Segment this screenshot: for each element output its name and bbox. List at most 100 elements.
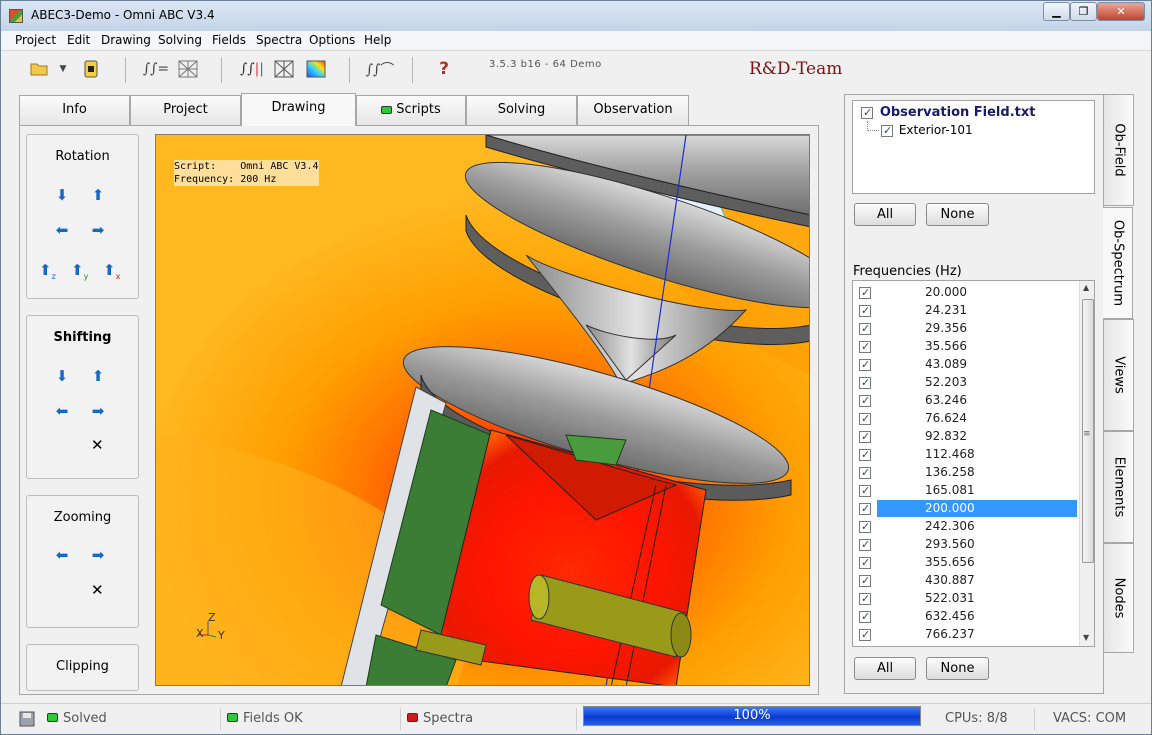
frequency-checkbox[interactable] bbox=[859, 556, 871, 569]
frequency-item[interactable]: 136.258 bbox=[853, 464, 1079, 482]
side-tab-views[interactable]: Views bbox=[1104, 319, 1134, 431]
frequency-item[interactable]: 20.000 bbox=[853, 284, 1079, 302]
mesh-button[interactable] bbox=[178, 59, 198, 79]
spectrum-button[interactable]: ∫∫⌒ bbox=[366, 59, 395, 79]
scroll-up-icon[interactable]: ▲ bbox=[1083, 283, 1089, 292]
frequency-item[interactable]: 24.231 bbox=[853, 302, 1079, 320]
shift-up-button[interactable]: ⬆ bbox=[91, 369, 105, 384]
menu-fields[interactable]: Fields bbox=[212, 33, 246, 47]
frequency-item[interactable]: 165.081 bbox=[853, 482, 1079, 500]
menu-drawing[interactable]: Drawing bbox=[101, 33, 151, 47]
tab-project[interactable]: Project bbox=[130, 95, 241, 125]
side-tab-ob-spectrum[interactable]: Ob-Spectrum bbox=[1103, 207, 1133, 319]
zoom-reset-button[interactable]: ✕ bbox=[91, 581, 104, 599]
field-integral-button[interactable]: ∫∫|| bbox=[240, 59, 264, 79]
frequency-item[interactable]: 522.031 bbox=[853, 590, 1079, 608]
tree-child-item[interactable]: Exterior-101 bbox=[881, 123, 973, 137]
frequency-checkbox[interactable] bbox=[859, 592, 871, 605]
zoom-in-button[interactable]: ➡ bbox=[91, 548, 105, 563]
zoom-out-button[interactable]: ⬅ bbox=[55, 548, 69, 563]
frequency-checkbox[interactable] bbox=[859, 628, 871, 641]
frequency-scrollbar[interactable]: ▲ ≡ ▼ bbox=[1079, 281, 1094, 646]
frequency-checkbox[interactable] bbox=[859, 448, 871, 461]
menu-project[interactable]: Project bbox=[15, 33, 56, 47]
frequency-checkbox[interactable] bbox=[859, 286, 871, 299]
frequency-item[interactable]: 242.306 bbox=[853, 518, 1079, 536]
frequency-checkbox[interactable] bbox=[859, 484, 871, 497]
frequency-item[interactable]: 52.203 bbox=[853, 374, 1079, 392]
observation-field-checkbox[interactable] bbox=[861, 106, 873, 119]
project-file-button[interactable] bbox=[81, 59, 101, 79]
tab-scripts[interactable]: Scripts bbox=[356, 95, 466, 125]
obfield-all-button[interactable]: All bbox=[854, 203, 916, 226]
frequency-item[interactable]: 632.456 bbox=[853, 608, 1079, 626]
frequency-item[interactable]: 112.468 bbox=[853, 446, 1079, 464]
frequency-checkbox[interactable] bbox=[859, 376, 871, 389]
scroll-down-icon[interactable]: ▼ bbox=[1083, 633, 1089, 642]
rotate-x-button[interactable]: ⬆x bbox=[103, 263, 120, 282]
frequency-checkbox[interactable] bbox=[859, 610, 871, 623]
frequency-item[interactable]: 35.566 bbox=[853, 338, 1079, 356]
side-tab-ob-field[interactable]: Ob-Field bbox=[1104, 94, 1134, 206]
rotate-y-button[interactable]: ⬆y bbox=[71, 263, 88, 282]
tab-info[interactable]: Info bbox=[19, 95, 130, 125]
tree-root-item[interactable]: Observation Field.txt bbox=[861, 105, 1035, 120]
shift-right-button[interactable]: ➡ bbox=[91, 404, 105, 419]
drawing-viewport[interactable]: Script: Omni ABC V3.4 Frequency: 200 Hz … bbox=[155, 134, 810, 686]
help-button[interactable]: ? bbox=[434, 59, 454, 79]
rotate-right-button[interactable]: ➡ bbox=[91, 223, 105, 238]
open-folder-button[interactable] bbox=[29, 59, 49, 79]
frequency-checkbox[interactable] bbox=[859, 394, 871, 407]
menu-options[interactable]: Options bbox=[309, 33, 355, 47]
solve-integral-button[interactable]: ∫∫= bbox=[143, 59, 169, 79]
frequency-item[interactable]: 63.246 bbox=[853, 392, 1079, 410]
field-color-button[interactable] bbox=[306, 59, 326, 79]
menu-edit[interactable]: Edit bbox=[67, 33, 90, 47]
frequencies-all-button[interactable]: All bbox=[854, 657, 916, 680]
menu-spectra[interactable]: Spectra bbox=[256, 33, 302, 47]
frequency-checkbox[interactable] bbox=[859, 430, 871, 443]
rotate-up-button[interactable]: ⬆ bbox=[91, 188, 105, 203]
open-dropdown-button[interactable]: ▼ bbox=[57, 59, 69, 79]
frequency-item[interactable]: 293.560 bbox=[853, 536, 1079, 554]
obfield-none-button[interactable]: None bbox=[926, 203, 989, 226]
maximize-button[interactable]: ❐ bbox=[1070, 2, 1097, 21]
frequency-item[interactable]: 43.089 bbox=[853, 356, 1079, 374]
frequency-item[interactable]: 430.887 bbox=[853, 572, 1079, 590]
shift-reset-button[interactable]: ✕ bbox=[91, 436, 104, 454]
frequency-checkbox[interactable] bbox=[859, 358, 871, 371]
frequency-checkbox[interactable] bbox=[859, 340, 871, 353]
frequency-list[interactable]: 20.000 24.231 29.356 35.566 43.089 52.203 63.2… bbox=[852, 280, 1095, 647]
frequency-checkbox[interactable] bbox=[859, 574, 871, 587]
tab-drawing[interactable]: Drawing bbox=[241, 93, 356, 126]
rotate-z-button[interactable]: ⬆z bbox=[39, 263, 56, 282]
shift-left-button[interactable]: ⬅ bbox=[55, 404, 69, 419]
frequencies-none-button[interactable]: None bbox=[926, 657, 989, 680]
status-save-button[interactable] bbox=[19, 708, 45, 730]
tab-solving[interactable]: Solving bbox=[466, 95, 577, 125]
minimize-button[interactable]: ▁ bbox=[1043, 2, 1070, 21]
close-button[interactable]: ✕ bbox=[1097, 2, 1145, 21]
frequency-item[interactable]: 92.832 bbox=[853, 428, 1079, 446]
frequency-item[interactable]: 29.356 bbox=[853, 320, 1079, 338]
tab-observation[interactable]: Observation bbox=[577, 95, 689, 125]
rotate-down-button[interactable]: ⬇ bbox=[55, 188, 69, 203]
shift-down-button[interactable]: ⬇ bbox=[55, 369, 69, 384]
menu-help[interactable]: Help bbox=[364, 33, 391, 47]
frequency-item[interactable]: 355.656 bbox=[853, 554, 1079, 572]
frequency-item[interactable]: 76.624 bbox=[853, 410, 1079, 428]
frequency-checkbox[interactable] bbox=[859, 520, 871, 533]
frequency-item[interactable]: 766.237 bbox=[853, 626, 1079, 644]
frequency-checkbox[interactable] bbox=[859, 538, 871, 551]
side-tab-nodes[interactable]: Nodes bbox=[1104, 543, 1134, 653]
frequency-item[interactable]: 200.000 bbox=[853, 500, 1079, 518]
frequency-checkbox[interactable] bbox=[859, 304, 871, 317]
rotate-left-button[interactable]: ⬅ bbox=[55, 223, 69, 238]
frequency-checkbox[interactable] bbox=[859, 412, 871, 425]
frequency-checkbox[interactable] bbox=[859, 466, 871, 479]
frequency-checkbox[interactable] bbox=[859, 502, 871, 515]
field-mesh-button[interactable] bbox=[274, 59, 294, 79]
side-tab-elements[interactable]: Elements bbox=[1104, 431, 1134, 543]
frequency-checkbox[interactable] bbox=[859, 322, 871, 335]
menu-solving[interactable]: Solving bbox=[158, 33, 202, 47]
